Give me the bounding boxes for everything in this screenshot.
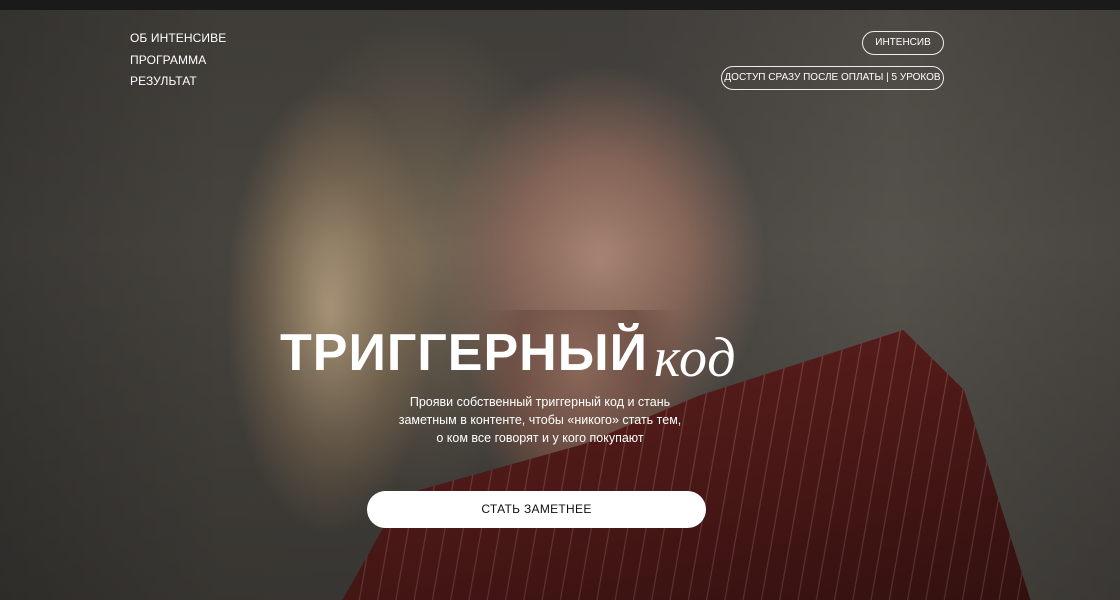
- page-title: ТРИГГЕРНЫЙ код: [280, 322, 820, 388]
- access-info-badge[interactable]: ДОСТУП СРАЗУ ПОСЛЕ ОПЛАТЫ | 5 УРОКОВ: [721, 66, 944, 90]
- hero-content: ОБ ИНТЕНСИВЕ ПРОГРАММА РЕЗУЛЬТАТ ИНТЕНСИ…: [0, 0, 1120, 600]
- subtitle-line-3: о ком все говорят и у кого покупают: [436, 431, 644, 445]
- cta-button[interactable]: СТАТЬ ЗАМЕТНЕЕ: [367, 491, 706, 528]
- nav-item-about[interactable]: ОБ ИНТЕНСИВЕ: [130, 28, 226, 50]
- subtitle-line-2: заметным в контенте, чтобы «никого» стат…: [398, 413, 682, 427]
- nav-item-result[interactable]: РЕЗУЛЬТАТ: [130, 71, 226, 93]
- title-main: ТРИГГЕРНЫЙ: [280, 324, 648, 382]
- intensive-badge[interactable]: ИНТЕНСИВ: [862, 31, 944, 55]
- nav-item-program[interactable]: ПРОГРАММА: [130, 50, 226, 72]
- main-nav: ОБ ИНТЕНСИВЕ ПРОГРАММА РЕЗУЛЬТАТ: [130, 28, 226, 93]
- hero-subtitle: Прояви собственный триггерный код и стан…: [380, 393, 700, 447]
- title-accent: код: [653, 327, 737, 389]
- subtitle-line-1: Прояви собственный триггерный код и стан…: [409, 395, 671, 409]
